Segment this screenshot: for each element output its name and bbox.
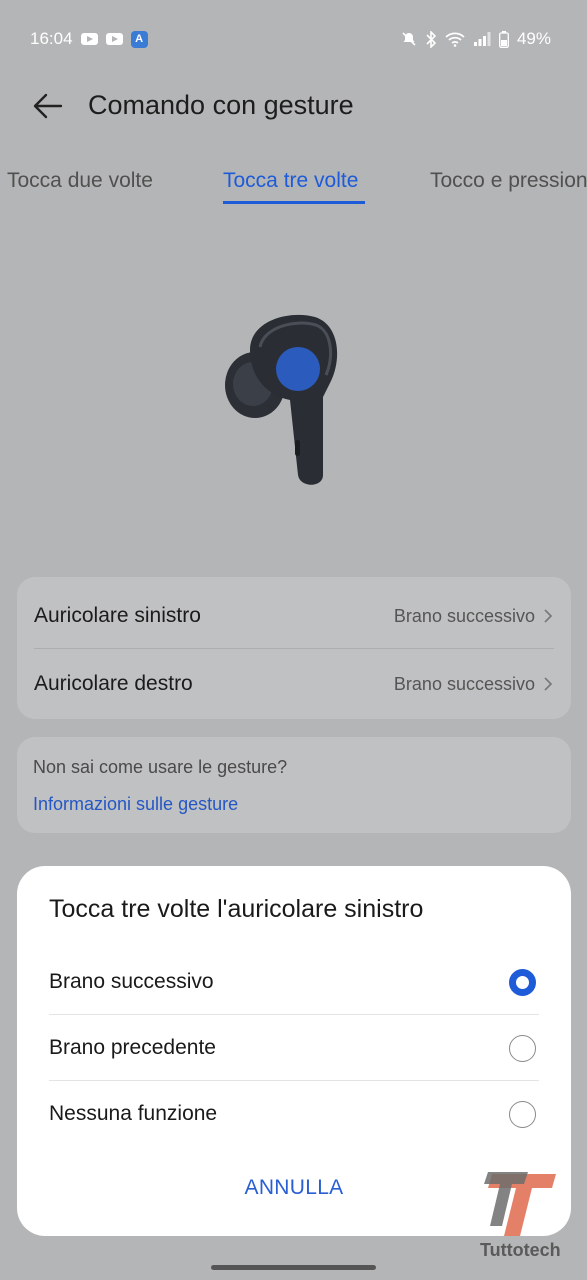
battery-icon — [499, 30, 509, 48]
option-next-track[interactable]: Brano successivo — [49, 949, 539, 1015]
tab-touch-and-hold[interactable]: Tocco e pressione — [430, 169, 587, 193]
status-bar: 16:04 A 49% — [0, 0, 587, 78]
status-time: 16:04 — [30, 29, 73, 48]
left-earbud-row[interactable]: Auricolare sinistro Brano successivo — [17, 581, 571, 651]
signal-icon — [473, 31, 491, 47]
earbud-settings-card: Auricolare sinistro Brano successivo Aur… — [17, 577, 571, 719]
wifi-icon — [445, 31, 465, 47]
chevron-right-icon — [544, 609, 553, 623]
left-earbud-value-wrap: Brano successivo — [394, 606, 553, 627]
gesture-help-card: Non sai come usare le gesture? Informazi… — [17, 737, 571, 833]
tab-triple-tap[interactable]: Tocca tre volte — [223, 169, 358, 193]
option-label: Nessuna funzione — [49, 1102, 218, 1125]
option-label: Brano successivo — [49, 970, 214, 993]
app-bar: Comando con gesture — [0, 80, 587, 130]
radio-unselected[interactable] — [509, 1100, 536, 1128]
status-left: 16:04 A — [30, 29, 148, 49]
tab-double-tap[interactable]: Tocca due volte — [7, 169, 153, 193]
arrow-left-icon — [33, 93, 63, 119]
gesture-tabs: Tocca due volte Tocca tre volte Tocco e … — [0, 165, 587, 210]
page-title: Comando con gesture — [88, 90, 354, 120]
app-icon: A — [130, 30, 148, 48]
right-earbud-value: Brano successivo — [393, 673, 535, 694]
help-question: Non sai come usare le gesture? — [33, 757, 288, 777]
bluetooth-icon — [425, 30, 437, 48]
youtube-icon — [105, 33, 123, 45]
status-right: 49% — [401, 29, 551, 49]
watermark-text: Tuttotech — [480, 1240, 561, 1260]
left-earbud-value: Brano successivo — [393, 605, 535, 626]
youtube-icon — [80, 33, 98, 45]
left-earbud-label: Auricolare sinistro — [34, 604, 201, 627]
back-button[interactable] — [30, 88, 66, 124]
option-label: Brano precedente — [49, 1036, 216, 1059]
right-earbud-label: Auricolare destro — [34, 672, 193, 695]
chevron-right-icon — [544, 677, 553, 691]
tuttotech-logo-icon — [484, 1172, 556, 1236]
mute-icon — [401, 31, 417, 47]
dialog-title: Tocca tre volte l'auricolare sinistro — [49, 895, 424, 923]
active-tab-indicator — [223, 201, 365, 204]
option-no-function[interactable]: Nessuna funzione — [49, 1081, 539, 1147]
battery-level: 49% — [516, 29, 551, 48]
tuttotech-watermark: Tuttotech — [478, 1170, 578, 1270]
option-previous-track[interactable]: Brano precedente — [49, 1015, 539, 1081]
gesture-info-link[interactable]: Informazioni sulle gesture — [33, 794, 238, 815]
radio-selected[interactable] — [509, 968, 536, 996]
gesture-navigation-bar[interactable] — [211, 1265, 376, 1270]
right-earbud-row[interactable]: Auricolare destro Brano successivo — [17, 649, 571, 719]
right-earbud-value-wrap: Brano successivo — [394, 674, 553, 695]
radio-unselected[interactable] — [509, 1034, 536, 1062]
earbud-illustration — [220, 305, 350, 490]
cancel-button[interactable]: ANNULLA — [217, 1171, 371, 1205]
